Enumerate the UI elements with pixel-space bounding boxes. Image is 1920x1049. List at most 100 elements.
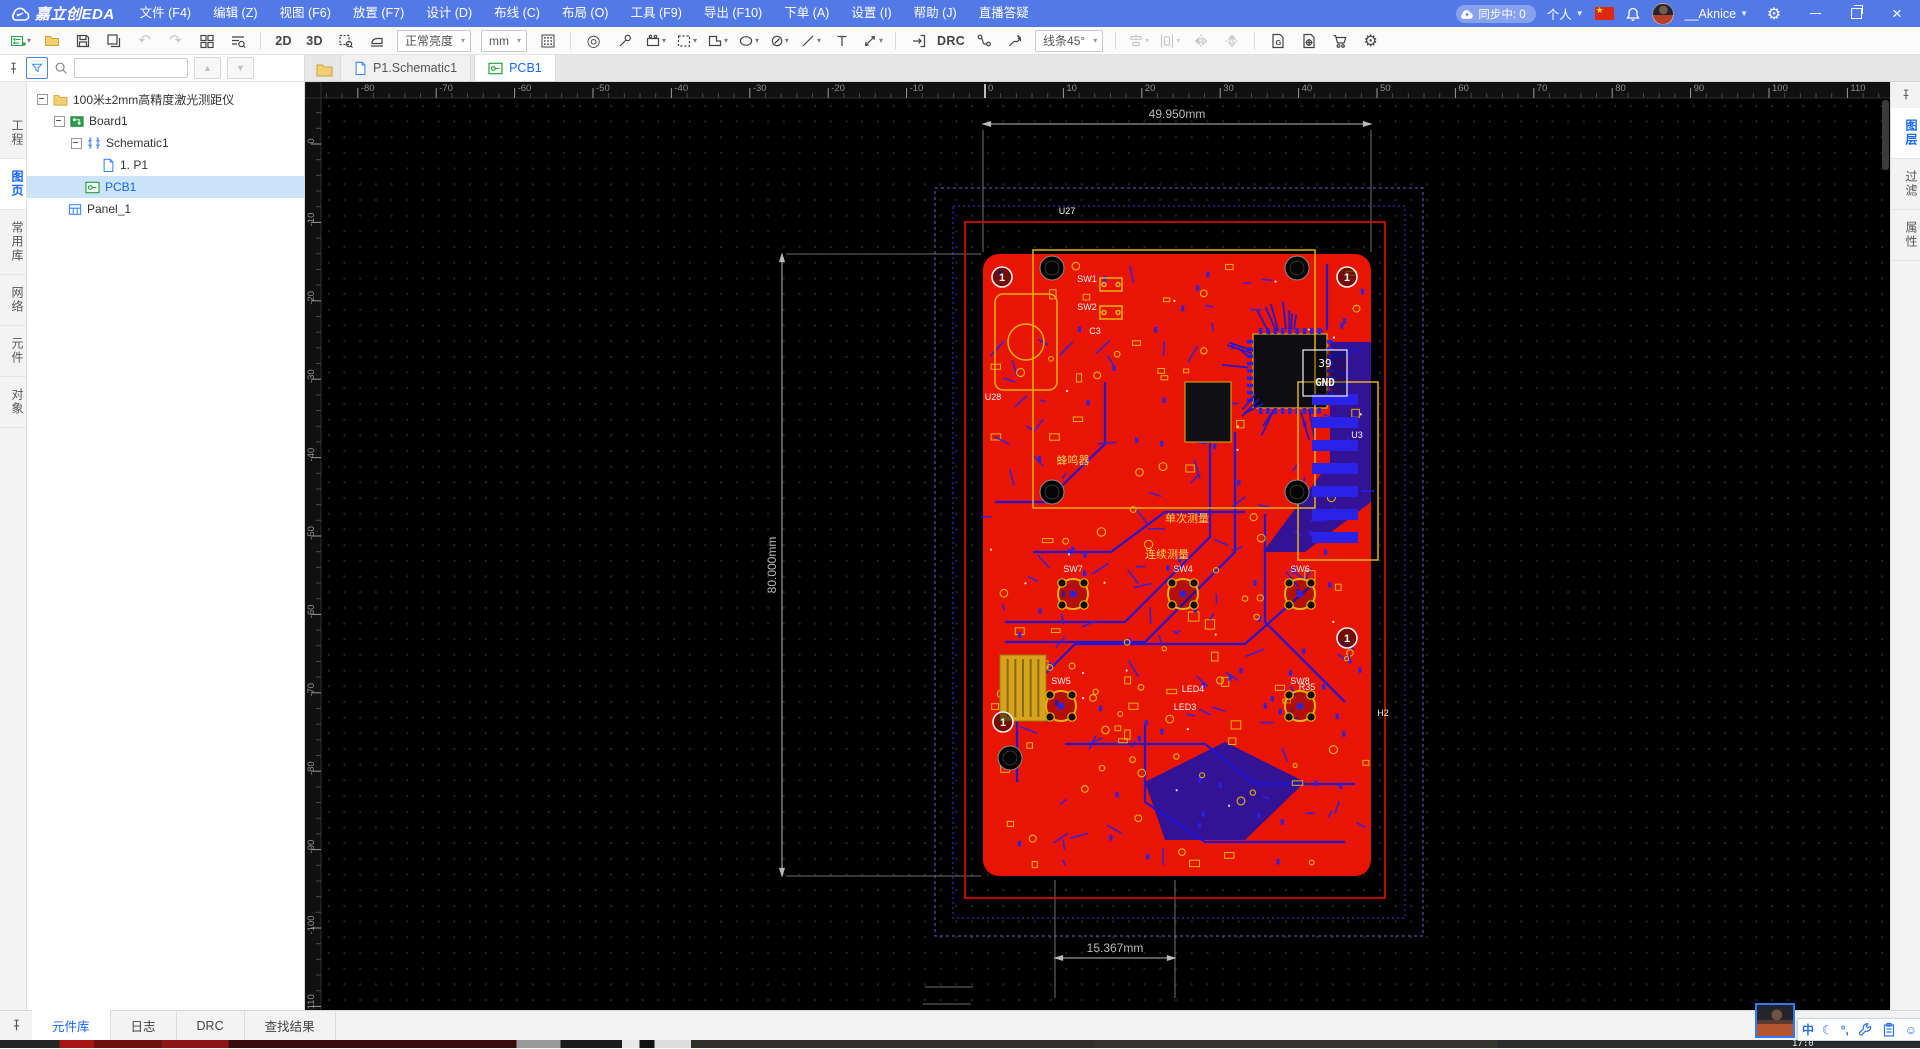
toolbar-new-document-button[interactable]: ▾ xyxy=(6,30,35,52)
notifications-bell-icon[interactable] xyxy=(1625,6,1641,22)
ime-clipboard-icon[interactable] xyxy=(1881,1022,1897,1038)
menu-settings[interactable]: 设置 (I) xyxy=(840,0,902,27)
menu-layout[interactable]: 布局 (O) xyxy=(551,0,620,27)
toolbar-via-button[interactable]: ◎ xyxy=(579,30,608,52)
svg-text:0: 0 xyxy=(306,138,317,143)
left-tab-nets[interactable]: 网络 xyxy=(0,275,26,326)
unit-select[interactable]: mm▾ xyxy=(481,30,527,52)
right-tab-properties[interactable]: 属性 xyxy=(1891,210,1920,261)
toolbar-footprint-button[interactable]: ▾ xyxy=(641,30,670,52)
pcb-canvas-svg[interactable]: 111139GNDU27SW1SW2U28C3U3蜂鸣器单次测量连续测量SW7S… xyxy=(305,82,1890,1010)
tree-item-page-p1[interactable]: 1. P1 xyxy=(27,154,304,176)
toolbar-dimension-button[interactable]: ▾ xyxy=(858,30,887,52)
ime-moon-icon[interactable]: ☾ xyxy=(1822,1024,1833,1036)
toolbar-pad-button[interactable] xyxy=(610,30,639,52)
toolbar-box-select-button[interactable] xyxy=(331,30,360,52)
menu-live-qa[interactable]: 直播答疑 xyxy=(968,0,1040,27)
toolbar-solid-region-button[interactable]: ▾ xyxy=(703,30,732,52)
app-settings-gear-icon[interactable]: ⚙ xyxy=(1759,0,1789,27)
toolbar-find-filter-button[interactable] xyxy=(223,30,252,52)
sync-status-badge[interactable]: 同步中: 0 xyxy=(1456,5,1535,23)
menu-file[interactable]: 文件 (F4) xyxy=(129,0,202,27)
pcb-editor-canvas[interactable]: 111139GNDU27SW1SW2U28C3U3蜂鸣器单次测量连续测量SW7S… xyxy=(305,82,1890,1010)
tree-item-schematic1[interactable]: Schematic1 xyxy=(27,132,304,154)
brightness-select[interactable]: 正常亮度▾ xyxy=(397,30,471,52)
toolbar-grid-settings-button[interactable] xyxy=(533,30,562,52)
bottom-panel-pin-icon[interactable] xyxy=(0,1011,32,1040)
menu-design[interactable]: 设计 (D) xyxy=(415,0,483,27)
toolbar-net-tune-button[interactable] xyxy=(969,30,998,52)
right-tab-filter[interactable]: 过滤 xyxy=(1891,159,1920,210)
toolbar-open-folder-button[interactable] xyxy=(37,30,66,52)
menu-view[interactable]: 视图 (F6) xyxy=(269,0,342,27)
left-tab-components[interactable]: 元件 xyxy=(0,326,26,377)
canvas-vertical-scrollbar[interactable] xyxy=(1882,100,1889,170)
toolbar-route-trace-button[interactable] xyxy=(1000,30,1029,52)
toolbar-window-layout-button[interactable] xyxy=(192,30,221,52)
ime-smiley-icon[interactable]: ☺ xyxy=(1905,1024,1917,1036)
window-minimize-button[interactable] xyxy=(1800,0,1830,27)
tree-item-label: Board1 xyxy=(89,114,128,128)
window-close-button[interactable]: × xyxy=(1882,0,1912,27)
toolbar-copper-region-button[interactable]: ▾ xyxy=(672,30,701,52)
copper-region-icon xyxy=(676,33,692,49)
toolbar-keepout-button[interactable]: ⊘▾ xyxy=(765,30,794,52)
toolbar-line-tool-button[interactable]: ▾ xyxy=(796,30,825,52)
user-menu[interactable]: __Aknice ▼ xyxy=(1685,7,1748,21)
doc-schematic-tab[interactable]: P1.Schematic1 xyxy=(340,54,471,81)
toolbar-toolbar-settings-button[interactable]: ⚙ xyxy=(1356,30,1385,52)
toolbar-copper-clean-button[interactable] xyxy=(362,30,391,52)
panel-pin-icon[interactable] xyxy=(7,62,20,75)
line-mode-select[interactable]: 线条45°▾ xyxy=(1035,30,1103,52)
tree-item-pcb1[interactable]: PCB1 xyxy=(27,176,304,198)
tree-expander-icon[interactable] xyxy=(54,116,65,127)
toolbar-drc-check-button[interactable]: DRC xyxy=(935,30,967,52)
left-tab-pages[interactable]: 图页 xyxy=(0,159,26,210)
tree-search-input[interactable] xyxy=(74,58,188,78)
ime-lang-icon[interactable]: 中 xyxy=(1802,1024,1814,1036)
toolbar-view-2d-button[interactable]: 2D xyxy=(269,30,298,52)
window-restore-button[interactable] xyxy=(1841,0,1871,27)
toolbar-text-tool-button[interactable] xyxy=(827,30,856,52)
menu-order[interactable]: 下单 (A) xyxy=(773,0,840,27)
bottom-tab-log[interactable]: 日志 xyxy=(111,1011,177,1040)
tab-folder-icon[interactable] xyxy=(311,57,337,81)
bottom-tab-search-results[interactable]: 查找结果 xyxy=(245,1011,336,1040)
user-avatar[interactable] xyxy=(1652,3,1674,25)
tree-expander-icon[interactable] xyxy=(71,138,82,149)
right-panel-pin-icon[interactable] xyxy=(1891,82,1920,108)
menu-edit[interactable]: 编辑 (Z) xyxy=(202,0,268,27)
toolbar-view-3d-button[interactable]: 3D xyxy=(300,30,329,52)
toolbar-circle-tool-button[interactable]: ▾ xyxy=(734,30,763,52)
workspace-switcher[interactable]: 个人 ▼ xyxy=(1547,4,1584,23)
ime-wrench-icon[interactable] xyxy=(1857,1022,1873,1038)
menu-export[interactable]: 导出 (F10) xyxy=(693,0,773,27)
tree-item-panel-1[interactable]: Panel_1 xyxy=(27,198,304,220)
tree-item-board1[interactable]: Board1 xyxy=(27,110,304,132)
tree-expander-icon[interactable] xyxy=(37,94,48,105)
bottom-tab-drc[interactable]: DRC xyxy=(177,1011,245,1040)
menu-route[interactable]: 布线 (C) xyxy=(483,0,551,27)
svg-text:-80: -80 xyxy=(306,761,317,775)
menu-help[interactable]: 帮助 (J) xyxy=(903,0,968,27)
tree-filter-button[interactable] xyxy=(26,57,48,79)
left-tab-common-lib[interactable]: 常用库 xyxy=(0,210,26,275)
toolbar-export-drill-button[interactable] xyxy=(1294,30,1323,52)
menu-place[interactable]: 放置 (F7) xyxy=(342,0,415,27)
tree-item-project-root[interactable]: 100米±2mm高精度激光测距仪 xyxy=(27,88,304,110)
tree-search-icon[interactable] xyxy=(54,61,68,75)
toolbar-save-as-button[interactable] xyxy=(99,30,128,52)
right-tab-layers[interactable]: 图层 xyxy=(1891,108,1920,159)
left-tab-objects[interactable]: 对象 xyxy=(0,377,26,428)
bottom-tab-component-lib[interactable]: 元件库 xyxy=(32,1010,111,1040)
doc-pcb-tab[interactable]: PCB1 xyxy=(474,54,556,81)
ime-punct-icon[interactable]: °, xyxy=(1841,1024,1849,1036)
webcam-video-thumbnail[interactable] xyxy=(1755,1003,1795,1038)
toolbar-export-gerber-button[interactable]: G xyxy=(1263,30,1292,52)
menu-tools[interactable]: 工具 (F9) xyxy=(619,0,692,27)
toolbar-import-changes-button[interactable] xyxy=(904,30,933,52)
language-flag-icon[interactable]: ★ xyxy=(1595,7,1614,20)
toolbar-save-button[interactable] xyxy=(68,30,97,52)
toolbar-place-order-button[interactable] xyxy=(1325,30,1354,52)
left-tab-project[interactable]: 工程 xyxy=(0,108,26,159)
